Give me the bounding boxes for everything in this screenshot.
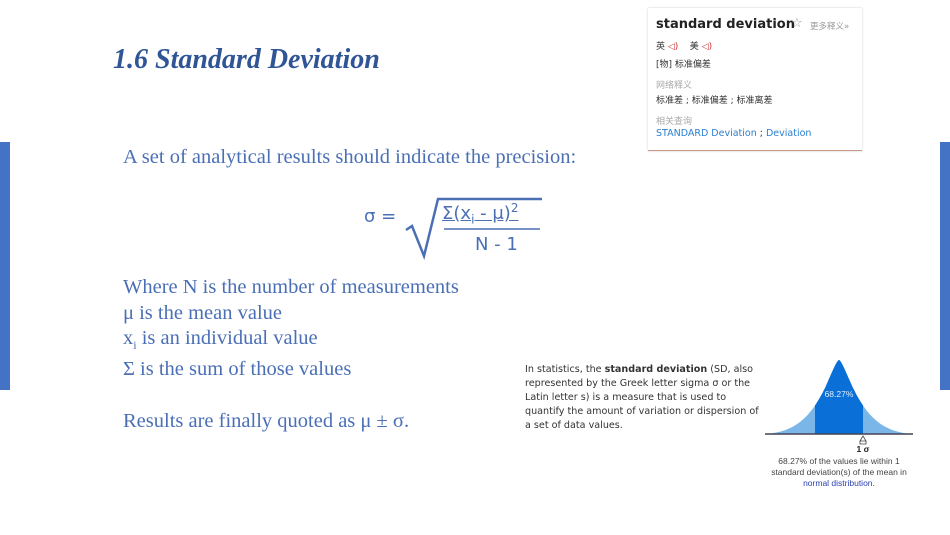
related-links: STANDARD Deviation ; Deviation (656, 128, 812, 139)
related-link[interactable]: Deviation (766, 128, 811, 139)
wiki-definition: In statistics, the standard deviation (S… (525, 364, 759, 431)
figure-caption: 68.27% of the values lie within 1 standa… (771, 456, 907, 488)
related-label: 相关查询 (656, 117, 693, 127)
where-line-4: Σ is the sum of those values (123, 358, 352, 380)
left-accent-bar (0, 142, 10, 390)
where-line-1: Where N is the number of measurements (123, 276, 459, 298)
web-definitions: 标准差 ; 标准偏差 ; 标准离差 (656, 96, 773, 106)
related-link[interactable]: STANDARD Deviation (656, 128, 757, 139)
normal-distribution-link[interactable]: normal distribution (803, 478, 872, 488)
dict-definition: [物] 标准偏差 (656, 60, 711, 70)
percent-label: 68.27% (825, 389, 854, 399)
dictionary-popup: standard deviation ☆ 更多释义» 英 ◁) 美 ◁) [物]… (648, 8, 862, 151)
more-definitions-link[interactable]: 更多释义» (810, 20, 849, 32)
where-line-3: xi is an individual value (123, 327, 318, 353)
formula-numerator: Σ(xi - μ)2 (442, 201, 519, 227)
web-label: 网络释义 (656, 81, 693, 91)
slide-title: 1.6 Standard Deviation (113, 44, 380, 75)
speaker-icon[interactable]: ◁) (668, 42, 678, 52)
speaker-icon[interactable]: ◁) (702, 42, 712, 52)
formula-denominator: N - 1 (475, 234, 518, 255)
star-icon[interactable]: ☆ (791, 16, 803, 31)
quote-text: Results are finally quoted as μ ± σ. (123, 410, 410, 432)
marker-icon (859, 435, 867, 445)
dict-word: standard deviation (656, 17, 795, 32)
bell-curve-figure: 68.27% 1 σ (765, 360, 913, 454)
pronunciation-row: 英 ◁) 美 ◁) (656, 42, 713, 52)
formula-lhs: σ = (364, 206, 397, 227)
intro-text: A set of analytical results should indic… (123, 146, 577, 168)
sigma-label: 1 σ (857, 444, 870, 454)
right-accent-bar (940, 142, 950, 390)
where-line-2: μ is the mean value (123, 302, 282, 324)
